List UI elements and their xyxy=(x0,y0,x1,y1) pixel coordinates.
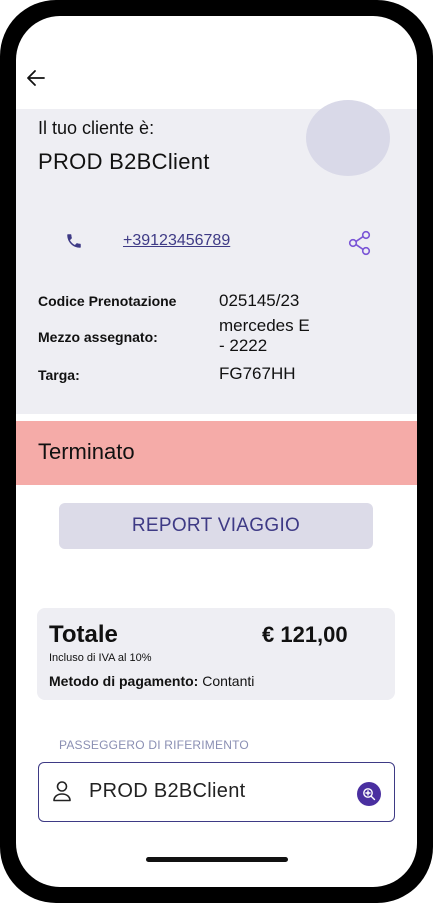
avatar xyxy=(306,100,390,176)
phone-icon[interactable] xyxy=(65,232,83,250)
plate-value: FG767HH xyxy=(219,364,296,383)
vehicle-value: mercedes E - 2222 xyxy=(219,316,310,355)
payment-method-label: Metodo di pagamento: xyxy=(49,673,199,689)
back-arrow-icon[interactable] xyxy=(24,66,48,90)
iva-note: Incluso di IVA al 10% xyxy=(49,652,152,664)
client-label: Il tuo cliente è: xyxy=(38,118,155,138)
phone-frame: Il tuo cliente è: PROD B2BClient +391234… xyxy=(0,0,433,903)
client-name: PROD B2BClient xyxy=(38,149,210,174)
plate-label: Targa: xyxy=(38,367,80,383)
home-indicator xyxy=(146,857,288,862)
vehicle-label: Mezzo assegnato: xyxy=(38,329,158,345)
app-screen: Il tuo cliente è: PROD B2BClient +391234… xyxy=(16,16,417,887)
booking-code-label: Codice Prenotazione xyxy=(38,293,177,309)
total-label: Totale xyxy=(49,621,118,648)
passenger-label: PASSEGGERO DI RIFERIMENTO xyxy=(59,738,249,752)
payment-method: Metodo di pagamento: Contanti xyxy=(49,673,254,689)
status-text: Terminato xyxy=(38,439,135,464)
booking-code-value: 025145/23 xyxy=(219,291,300,310)
passenger-name: PROD B2BClient xyxy=(89,780,246,802)
share-icon[interactable] xyxy=(348,230,372,256)
user-icon xyxy=(53,781,71,802)
payment-method-value: Contanti xyxy=(202,673,255,689)
phone-number-link[interactable]: +39123456789 xyxy=(123,232,230,250)
total-amount: € 121,00 xyxy=(262,622,348,647)
report-trip-button[interactable]: REPORT VIAGGIO xyxy=(59,503,373,549)
search-plus-icon[interactable] xyxy=(357,782,381,806)
